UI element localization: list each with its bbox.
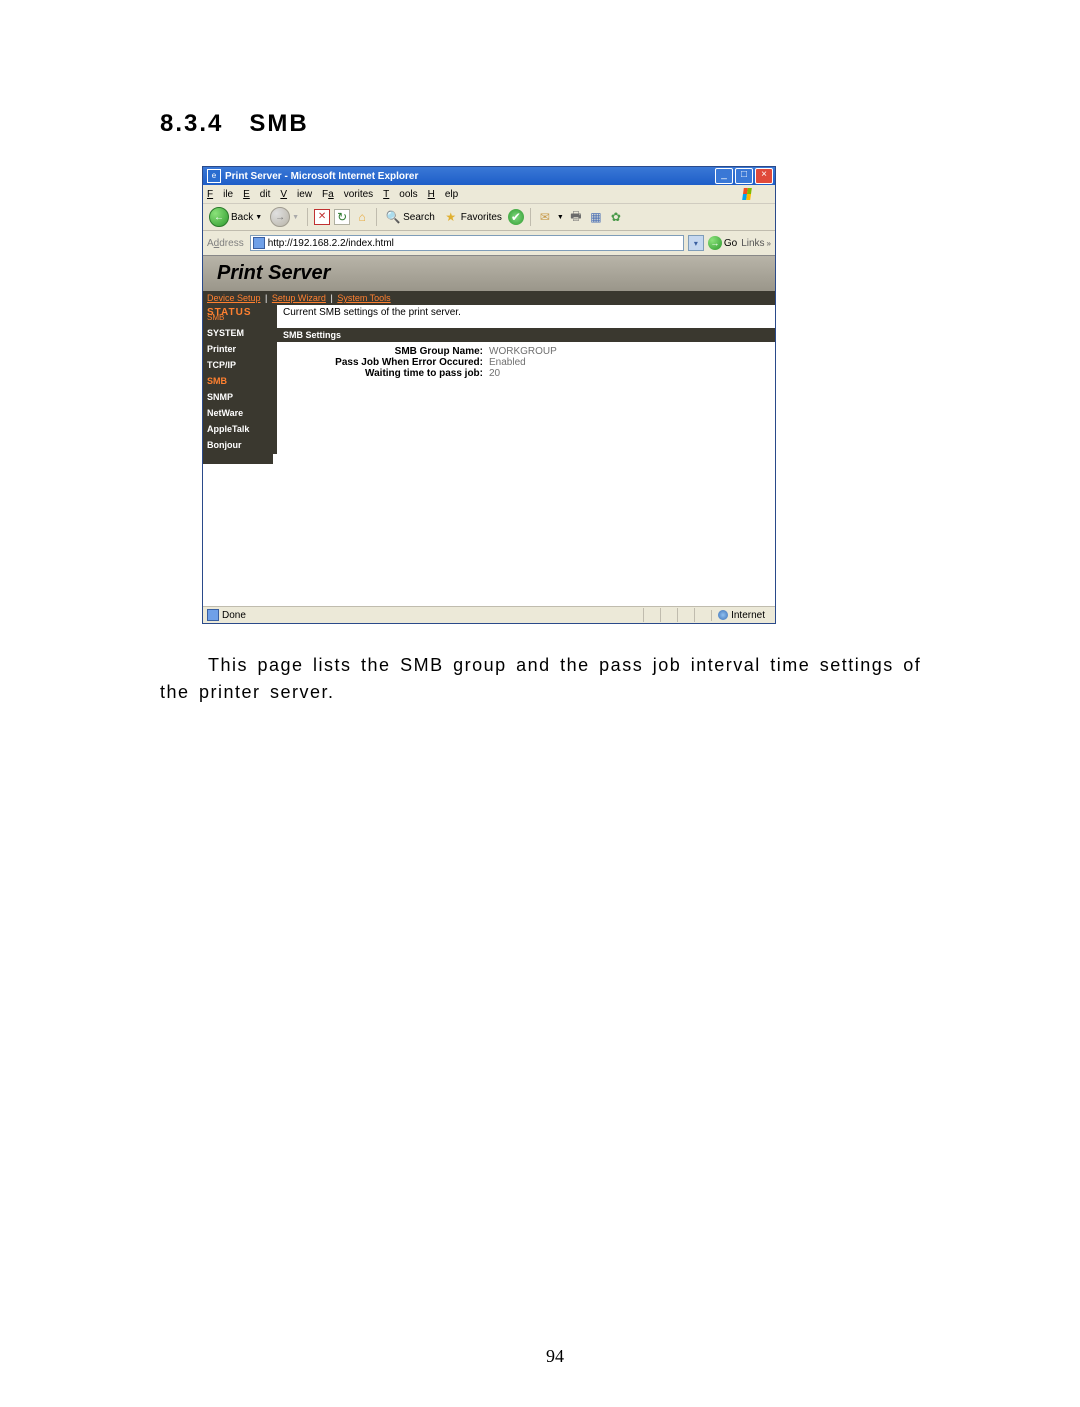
sidebar-item-appletalk[interactable]: AppleTalk [207, 424, 277, 434]
address-dropdown[interactable]: ▾ [688, 235, 704, 251]
forward-arrow-icon: → [270, 207, 290, 227]
window-title: Print Server - Microsoft Internet Explor… [225, 171, 713, 182]
home-button[interactable]: ⌂ [354, 209, 370, 225]
page-icon [253, 237, 265, 249]
address-label: Address [207, 238, 244, 249]
setting-value: Enabled [487, 357, 526, 368]
refresh-button[interactable]: ↻ [334, 209, 350, 225]
menu-help[interactable]: Help [428, 189, 459, 200]
section-title: SMB [249, 110, 308, 137]
separator [376, 208, 377, 226]
statusbar: Done Internet [203, 606, 775, 623]
separator [307, 208, 308, 226]
go-arrow-icon: → [708, 236, 722, 250]
go-button[interactable]: → Go [708, 236, 737, 250]
maximize-button[interactable]: □ [735, 168, 753, 184]
sidebar-item-smb[interactable]: SMB [207, 376, 277, 386]
back-button[interactable]: ← Back ▼ [207, 207, 264, 227]
links-button[interactable]: Links» [741, 238, 771, 249]
status-text: Done [222, 610, 246, 621]
mail-button[interactable]: ✉ [537, 209, 553, 225]
addressbar: Address http://192.168.2.2/index.html ▾ … [203, 231, 775, 256]
page-content: Print Server Device Setup | Setup Wizard… [203, 256, 775, 606]
menu-edit[interactable]: Edit [243, 189, 270, 200]
search-icon: 🔍 [385, 209, 401, 225]
menubar: File Edit View Favorites Tools Help [203, 185, 775, 204]
setting-row: SMB Group Name: WORKGROUP [283, 346, 769, 357]
menu-tools[interactable]: Tools [383, 189, 417, 200]
page-title: Print Server [217, 262, 330, 285]
close-button[interactable]: × [755, 168, 773, 184]
history-button[interactable]: ✔ [508, 209, 524, 225]
sidebar-item-bonjour[interactable]: Bonjour [207, 440, 277, 450]
zone-text: Internet [731, 610, 765, 621]
sidebar-item-tcpip[interactable]: TCP/IP [207, 360, 277, 370]
chevron-down-icon: ▼ [292, 214, 299, 221]
search-button[interactable]: 🔍 Search [383, 209, 437, 225]
address-input[interactable]: http://192.168.2.2/index.html [250, 235, 684, 251]
security-zone: Internet [711, 610, 771, 621]
page-icon [207, 609, 219, 621]
setting-label: Pass Job When Error Occured: [283, 357, 487, 368]
toolbar: ← Back ▼ → ▼ ✕ ↻ ⌂ 🔍 Search ★ Favorites … [203, 204, 775, 231]
ie-icon: e [207, 169, 221, 183]
print-server-body: STATUS SMB SYSTEM Printer TCP/IP SMB SNM… [203, 305, 775, 454]
setting-label: SMB Group Name: [283, 346, 487, 357]
minimize-button[interactable]: _ [715, 168, 733, 184]
setting-label: Waiting time to pass job: [283, 368, 487, 379]
print-server-nav: Device Setup | Setup Wizard | System Too… [203, 291, 775, 305]
chevron-down-icon: ▼ [557, 214, 564, 221]
favorites-button[interactable]: ★ Favorites [441, 209, 504, 225]
nav-system-tools[interactable]: System Tools [337, 293, 390, 303]
messenger-button[interactable]: ✿ [608, 209, 624, 225]
content-whitespace [203, 464, 775, 606]
setting-row: Waiting time to pass job: 20 [283, 368, 769, 379]
menu-favorites[interactable]: Favorites [322, 189, 373, 200]
star-icon: ★ [443, 209, 459, 225]
page-number: 94 [160, 1346, 950, 1367]
section-heading: 8.3.4 SMB [160, 110, 950, 138]
print-server-header: Print Server [203, 256, 775, 291]
settings-table: SMB Group Name: WORKGROUP Pass Job When … [277, 342, 775, 383]
forward-button[interactable]: → ▼ [268, 207, 301, 227]
section-number: 8.3.4 [160, 110, 223, 137]
setting-value: WORKGROUP [487, 346, 557, 357]
sidebar-item-printer[interactable]: Printer [207, 344, 277, 354]
url-text: http://192.168.2.2/index.html [268, 238, 394, 249]
setting-row: Pass Job When Error Occured: Enabled [283, 357, 769, 368]
nav-setup-wizard[interactable]: Setup Wizard [272, 293, 326, 303]
menu-view[interactable]: View [280, 189, 312, 200]
sidebar-item-snmp[interactable]: SNMP [207, 392, 277, 402]
sidebar-item-system[interactable]: SYSTEM [207, 328, 277, 338]
description-text: This page lists the SMB group and the pa… [160, 652, 950, 706]
setting-value: 20 [487, 368, 500, 379]
print-button[interactable]: 🖶 [568, 209, 584, 225]
browser-window: e Print Server - Microsoft Internet Expl… [202, 166, 776, 624]
menu-file[interactable]: File [207, 189, 233, 200]
separator [530, 208, 531, 226]
main-panel: Current SMB settings of the print server… [277, 305, 775, 454]
titlebar: e Print Server - Microsoft Internet Expl… [203, 167, 775, 185]
status-cells [643, 608, 711, 622]
sidebar-item-netware[interactable]: NetWare [207, 408, 277, 418]
back-arrow-icon: ← [209, 207, 229, 227]
intro-text: Current SMB settings of the print server… [277, 305, 775, 320]
stop-button[interactable]: ✕ [314, 209, 330, 225]
sidebar: STATUS SMB SYSTEM Printer TCP/IP SMB SNM… [203, 305, 277, 454]
chevron-down-icon: ▼ [255, 214, 262, 221]
globe-icon [718, 610, 728, 620]
windows-logo-icon [743, 186, 761, 202]
chevron-right-icon: » [767, 239, 771, 248]
nav-device-setup[interactable]: Device Setup [207, 293, 261, 303]
edit-button[interactable]: ▦ [588, 209, 604, 225]
section-title: SMB Settings [277, 328, 775, 342]
document-page: 8.3.4 SMB e Print Server - Microsoft Int… [0, 0, 1080, 1407]
